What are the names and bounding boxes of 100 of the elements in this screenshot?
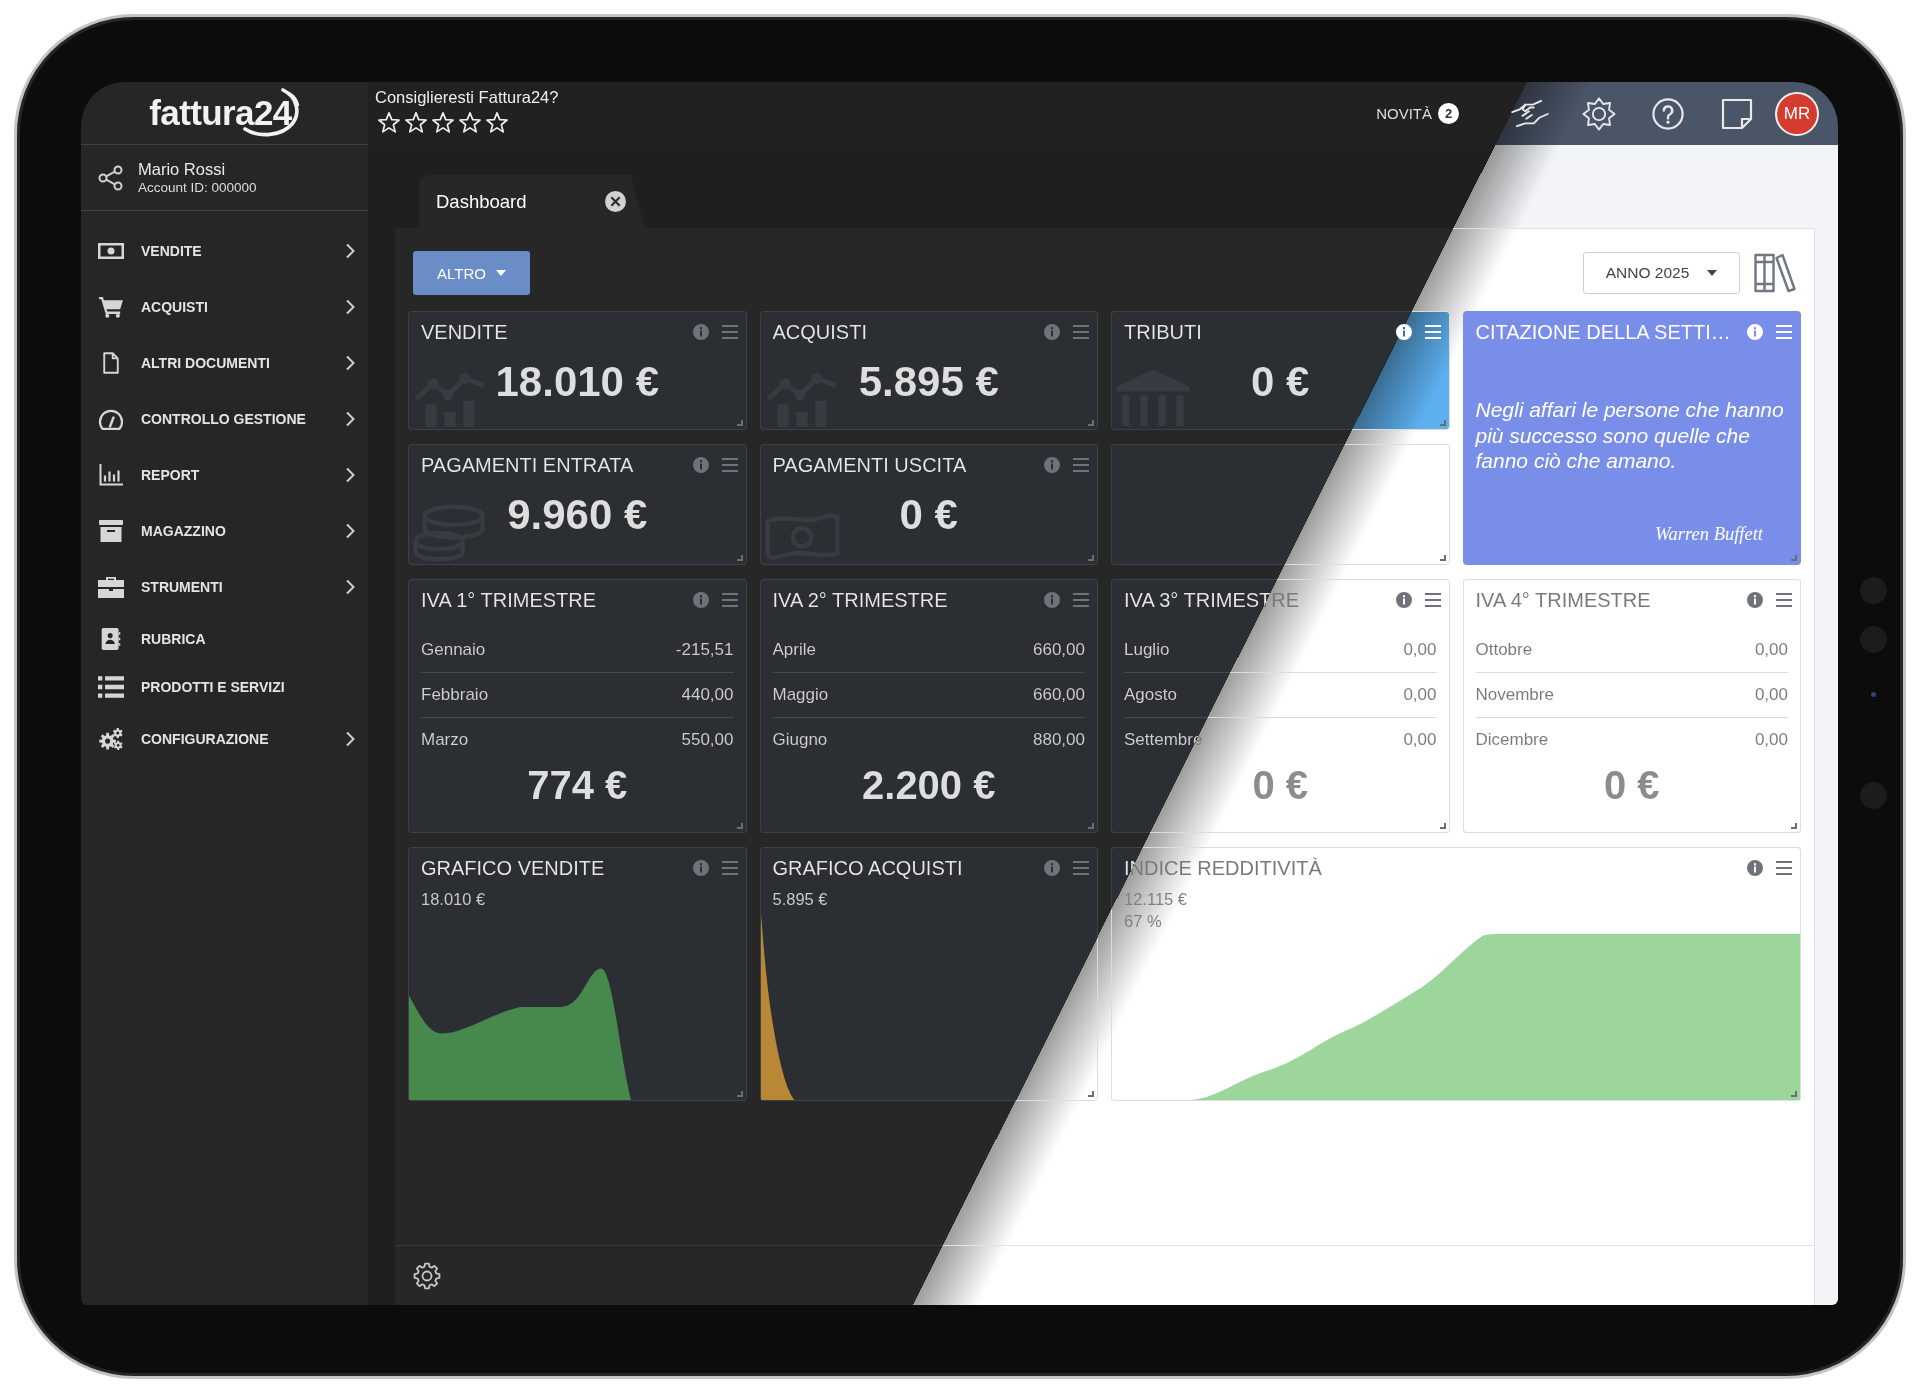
star-icon[interactable] (377, 111, 401, 134)
chevron-right-icon (345, 355, 355, 371)
user-name: Mario Rossi (138, 159, 227, 179)
cart-icon (98, 296, 124, 318)
sidebar-item[interactable]: CONTROLLO GESTIONE (81, 391, 368, 447)
star-icon[interactable] (431, 111, 455, 134)
news-button[interactable]: NOVITÀ 2 (1376, 103, 1459, 124)
list-icon (98, 676, 124, 698)
menu-icon[interactable] (1424, 325, 1441, 339)
month-label: Agosto (1124, 685, 1177, 705)
amount: 0,00 (1754, 685, 1788, 705)
logo: fattura24 (149, 87, 300, 139)
sidebar-item[interactable]: MAGAZZINO (81, 503, 368, 559)
amount: 660,00 (1033, 640, 1085, 660)
amount: 440,00 (681, 685, 734, 705)
settings-icon[interactable] (1580, 96, 1618, 131)
chevron-right-icon (345, 467, 355, 483)
month-label: Maggio (772, 685, 829, 705)
star-icon[interactable] (458, 111, 482, 134)
month-label: Aprile (772, 640, 816, 660)
chevron-right-icon (345, 411, 355, 427)
chevron-right-icon (345, 243, 355, 259)
close-icon[interactable] (605, 191, 626, 212)
amount: 660,00 (1033, 685, 1085, 705)
amount: 0,00 (1754, 640, 1788, 660)
resize-handle-icon[interactable] (1088, 1091, 1094, 1097)
sidebar-item[interactable]: PRODOTTI E SERVIZI (81, 663, 368, 711)
amount: 550,00 (681, 730, 734, 750)
chevron-right-icon (345, 299, 355, 315)
card-title: CITAZIONE DELLA SETTI… (1475, 320, 1732, 344)
menu-icon[interactable] (1776, 861, 1792, 875)
resize-handle-icon[interactable] (736, 555, 743, 561)
sidebar-item[interactable]: STRUMENTI (81, 559, 368, 615)
resize-handle-icon[interactable] (1791, 555, 1797, 561)
chevron-right-icon (345, 523, 355, 539)
star-icon[interactable] (485, 111, 509, 134)
sidebar-item[interactable]: CONFIGURAZIONE (81, 711, 368, 767)
resize-handle-icon[interactable] (1439, 555, 1446, 561)
month-label: Giugno (772, 730, 828, 750)
menu-icon[interactable] (1073, 593, 1089, 607)
books-icon[interactable] (1753, 253, 1796, 293)
resize-handle-icon[interactable] (1088, 420, 1094, 426)
menu-icon[interactable] (1424, 593, 1441, 607)
chevron-right-icon (345, 731, 355, 747)
gears-icon (98, 728, 124, 750)
count-badge: 2 (1438, 103, 1459, 124)
banknote-icon (98, 240, 124, 262)
menu-icon[interactable] (1776, 593, 1792, 607)
bar-chart-icon (98, 464, 124, 486)
month-label: Luglio (1124, 640, 1170, 660)
menu-icon[interactable] (721, 861, 738, 875)
quote-author: Warren Buffett (1653, 523, 1764, 545)
gauge-icon (98, 408, 124, 430)
handshake-icon[interactable] (1511, 99, 1549, 128)
menu-icon[interactable] (721, 458, 738, 472)
amount: 880,00 (1033, 730, 1085, 750)
tab[interactable]: Dashboard (419, 175, 645, 228)
menu-icon[interactable] (1073, 458, 1089, 472)
help-icon[interactable] (1651, 97, 1685, 130)
resize-handle-icon[interactable] (1791, 1091, 1797, 1097)
amount: 0,00 (1754, 730, 1788, 750)
user-avatar[interactable]: MR (1775, 91, 1819, 136)
quote-text: Negli affari le persone che hanno più successo sono quelle che fanno ciò che amano. (1475, 397, 1785, 474)
sidebar-item[interactable]: ALTRI DOCUMENTI (81, 335, 368, 391)
account-id: Account ID: 000000 (138, 179, 257, 196)
resize-handle-icon[interactable] (736, 420, 743, 426)
menu-icon[interactable] (721, 593, 738, 607)
menu-icon[interactable] (1073, 325, 1089, 339)
sidebar-item[interactable]: RUBRICA (81, 615, 368, 663)
caret-icon (1707, 270, 1718, 276)
amount: -215,51 (675, 640, 734, 660)
info-icon[interactable] (1395, 324, 1412, 340)
amount: 0,00 (1403, 685, 1437, 705)
share-icon[interactable] (98, 164, 124, 191)
star-icon[interactable] (404, 111, 428, 134)
sidebar-item[interactable]: REPORT (81, 447, 368, 503)
resize-handle-icon[interactable] (736, 823, 743, 829)
archive-box-icon (98, 520, 124, 542)
chevron-right-icon (345, 579, 355, 595)
menu-icon[interactable] (721, 325, 738, 339)
rating-question: Consiglieresti Fattura24? (375, 87, 559, 107)
resize-handle-icon[interactable] (1088, 555, 1094, 561)
resize-handle-icon[interactable] (1791, 823, 1797, 829)
sidebar-item[interactable]: VENDITE (81, 223, 368, 279)
resize-handle-icon[interactable] (1439, 420, 1446, 426)
year-select[interactable]: ANNO 2025 (1583, 252, 1740, 294)
sidebar-item[interactable]: ACQUISTI (81, 279, 368, 335)
toolbox-icon (98, 576, 124, 598)
settings-icon[interactable] (413, 1261, 441, 1290)
sensor-icon (1871, 692, 1876, 697)
caret-icon (495, 270, 506, 276)
amount: 0,00 (1403, 640, 1437, 660)
star-rating[interactable] (375, 111, 509, 134)
resize-handle-icon[interactable] (736, 1091, 743, 1097)
menu-icon[interactable] (1776, 325, 1792, 339)
resize-handle-icon[interactable] (1439, 823, 1446, 829)
resize-handle-icon[interactable] (1088, 823, 1094, 829)
note-icon[interactable] (1720, 97, 1754, 130)
amount: 0,00 (1403, 730, 1437, 750)
menu-icon[interactable] (1073, 861, 1089, 875)
